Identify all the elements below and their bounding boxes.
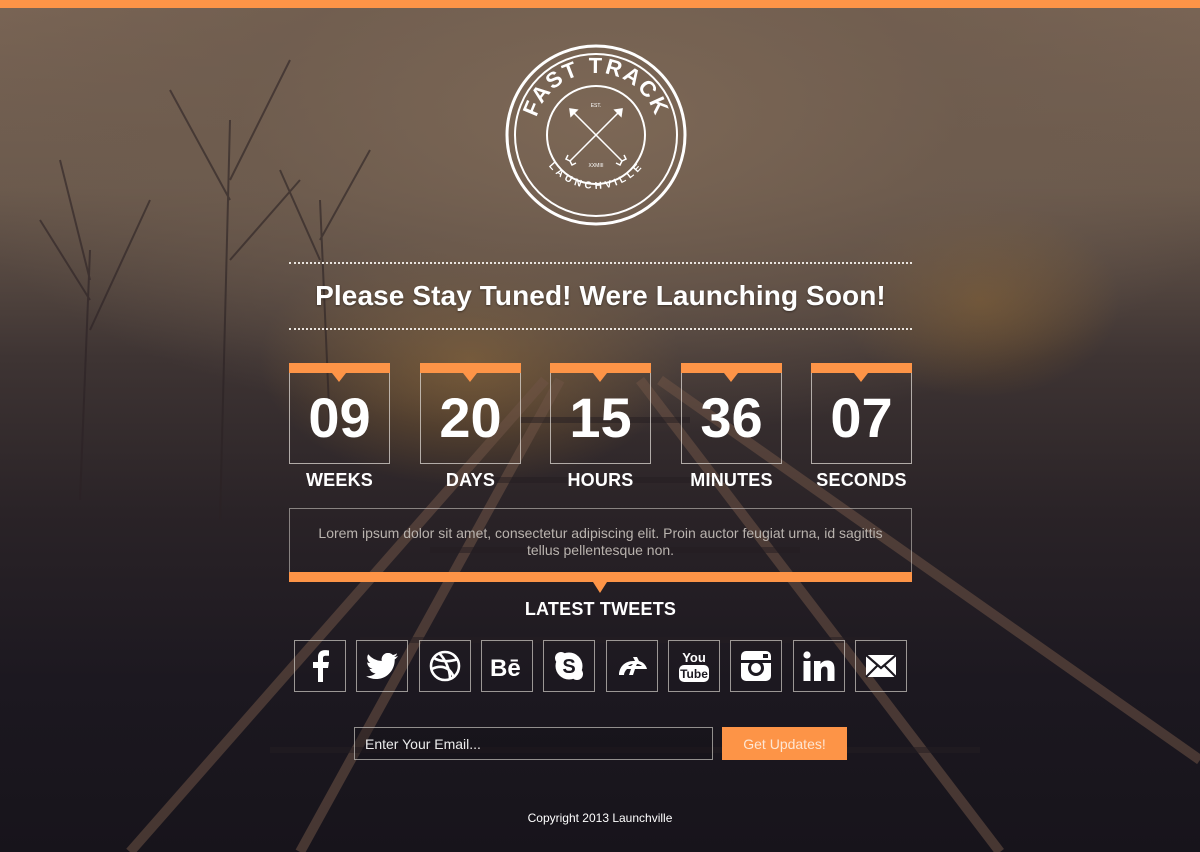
twitter-icon bbox=[366, 653, 398, 679]
countdown-cap bbox=[420, 363, 521, 382]
svg-text:S: S bbox=[562, 656, 575, 678]
skype-icon: S bbox=[555, 652, 583, 680]
logo-est: EST. bbox=[591, 103, 602, 109]
dribbble-icon bbox=[429, 650, 461, 682]
page-title: Please Stay Tuned! Were Launching Soon! bbox=[315, 280, 886, 311]
skype-link[interactable]: S bbox=[543, 640, 595, 692]
svg-text:Bē: Bē bbox=[490, 655, 521, 679]
countdown-minutes: 36 MINUTES bbox=[681, 363, 782, 491]
countdown-label: DAYS bbox=[445, 470, 496, 490]
svg-text:Tube: Tube bbox=[680, 667, 708, 681]
dribbble-link[interactable] bbox=[419, 640, 471, 692]
facebook-link[interactable] bbox=[294, 640, 346, 692]
crossed-arrows-icon bbox=[564, 108, 628, 167]
get-updates-button[interactable]: Get Updates! bbox=[722, 727, 847, 760]
countdown-hours: 15 HOURS bbox=[550, 363, 651, 491]
countdown-value: 07 bbox=[811, 373, 912, 464]
top-accent-bar bbox=[0, 0, 1200, 8]
youtube-icon: You Tube bbox=[679, 650, 709, 682]
countdown-label: HOURS bbox=[567, 470, 634, 490]
fast-track-logo: FAST TRACK LAUNCHVILLE EST. XXMIII bbox=[505, 44, 687, 226]
countdown-value: 15 bbox=[550, 373, 651, 464]
countdown-timer: 09 WEEKS 20 DAYS 15 HOURS 36 MINUTES 07 … bbox=[289, 363, 912, 493]
about-text: Lorem ipsum dolor sit amet, consectetur … bbox=[289, 508, 912, 572]
copyright-text: Copyright 2013 Launchville bbox=[527, 811, 673, 825]
instagram-link[interactable] bbox=[730, 640, 782, 692]
countdown-cap bbox=[681, 363, 782, 382]
countdown-label: WEEKS bbox=[305, 470, 373, 490]
countdown-cap bbox=[550, 363, 651, 382]
dotted-divider-bottom bbox=[289, 328, 912, 330]
latest-tweets-heading: LATEST TWEETS bbox=[524, 599, 677, 619]
countdown-weeks: 09 WEEKS bbox=[289, 363, 390, 491]
logo-year: XXMIII bbox=[588, 163, 603, 169]
countdown-value: 36 bbox=[681, 373, 782, 464]
twitter-link[interactable] bbox=[356, 640, 408, 692]
deviantart-link[interactable] bbox=[606, 640, 658, 692]
behance-icon: Bē bbox=[490, 655, 521, 679]
about-accent-bar bbox=[289, 572, 912, 593]
behance-link[interactable]: Bē bbox=[481, 640, 533, 692]
countdown-value: 20 bbox=[420, 373, 521, 464]
linkedin-icon bbox=[803, 651, 835, 681]
mail-icon bbox=[865, 654, 897, 678]
countdown-value: 09 bbox=[289, 373, 390, 464]
linkedin-link[interactable] bbox=[793, 640, 845, 692]
svg-text:You: You bbox=[682, 650, 706, 665]
headline-section: Please Stay Tuned! Were Launching Soon! bbox=[289, 262, 912, 330]
email-link[interactable] bbox=[855, 640, 907, 692]
instagram-icon bbox=[741, 651, 771, 681]
countdown-label: MINUTES bbox=[690, 470, 773, 490]
countdown-cap bbox=[811, 363, 912, 382]
countdown-days: 20 DAYS bbox=[420, 363, 521, 491]
countdown-label: SECONDS bbox=[816, 470, 907, 490]
countdown-cap bbox=[289, 363, 390, 382]
deviantart-icon bbox=[619, 657, 647, 675]
countdown-seconds: 07 SECONDS bbox=[811, 363, 912, 491]
email-input[interactable] bbox=[354, 727, 713, 760]
facebook-icon bbox=[313, 650, 329, 682]
youtube-link[interactable]: You Tube bbox=[668, 640, 720, 692]
